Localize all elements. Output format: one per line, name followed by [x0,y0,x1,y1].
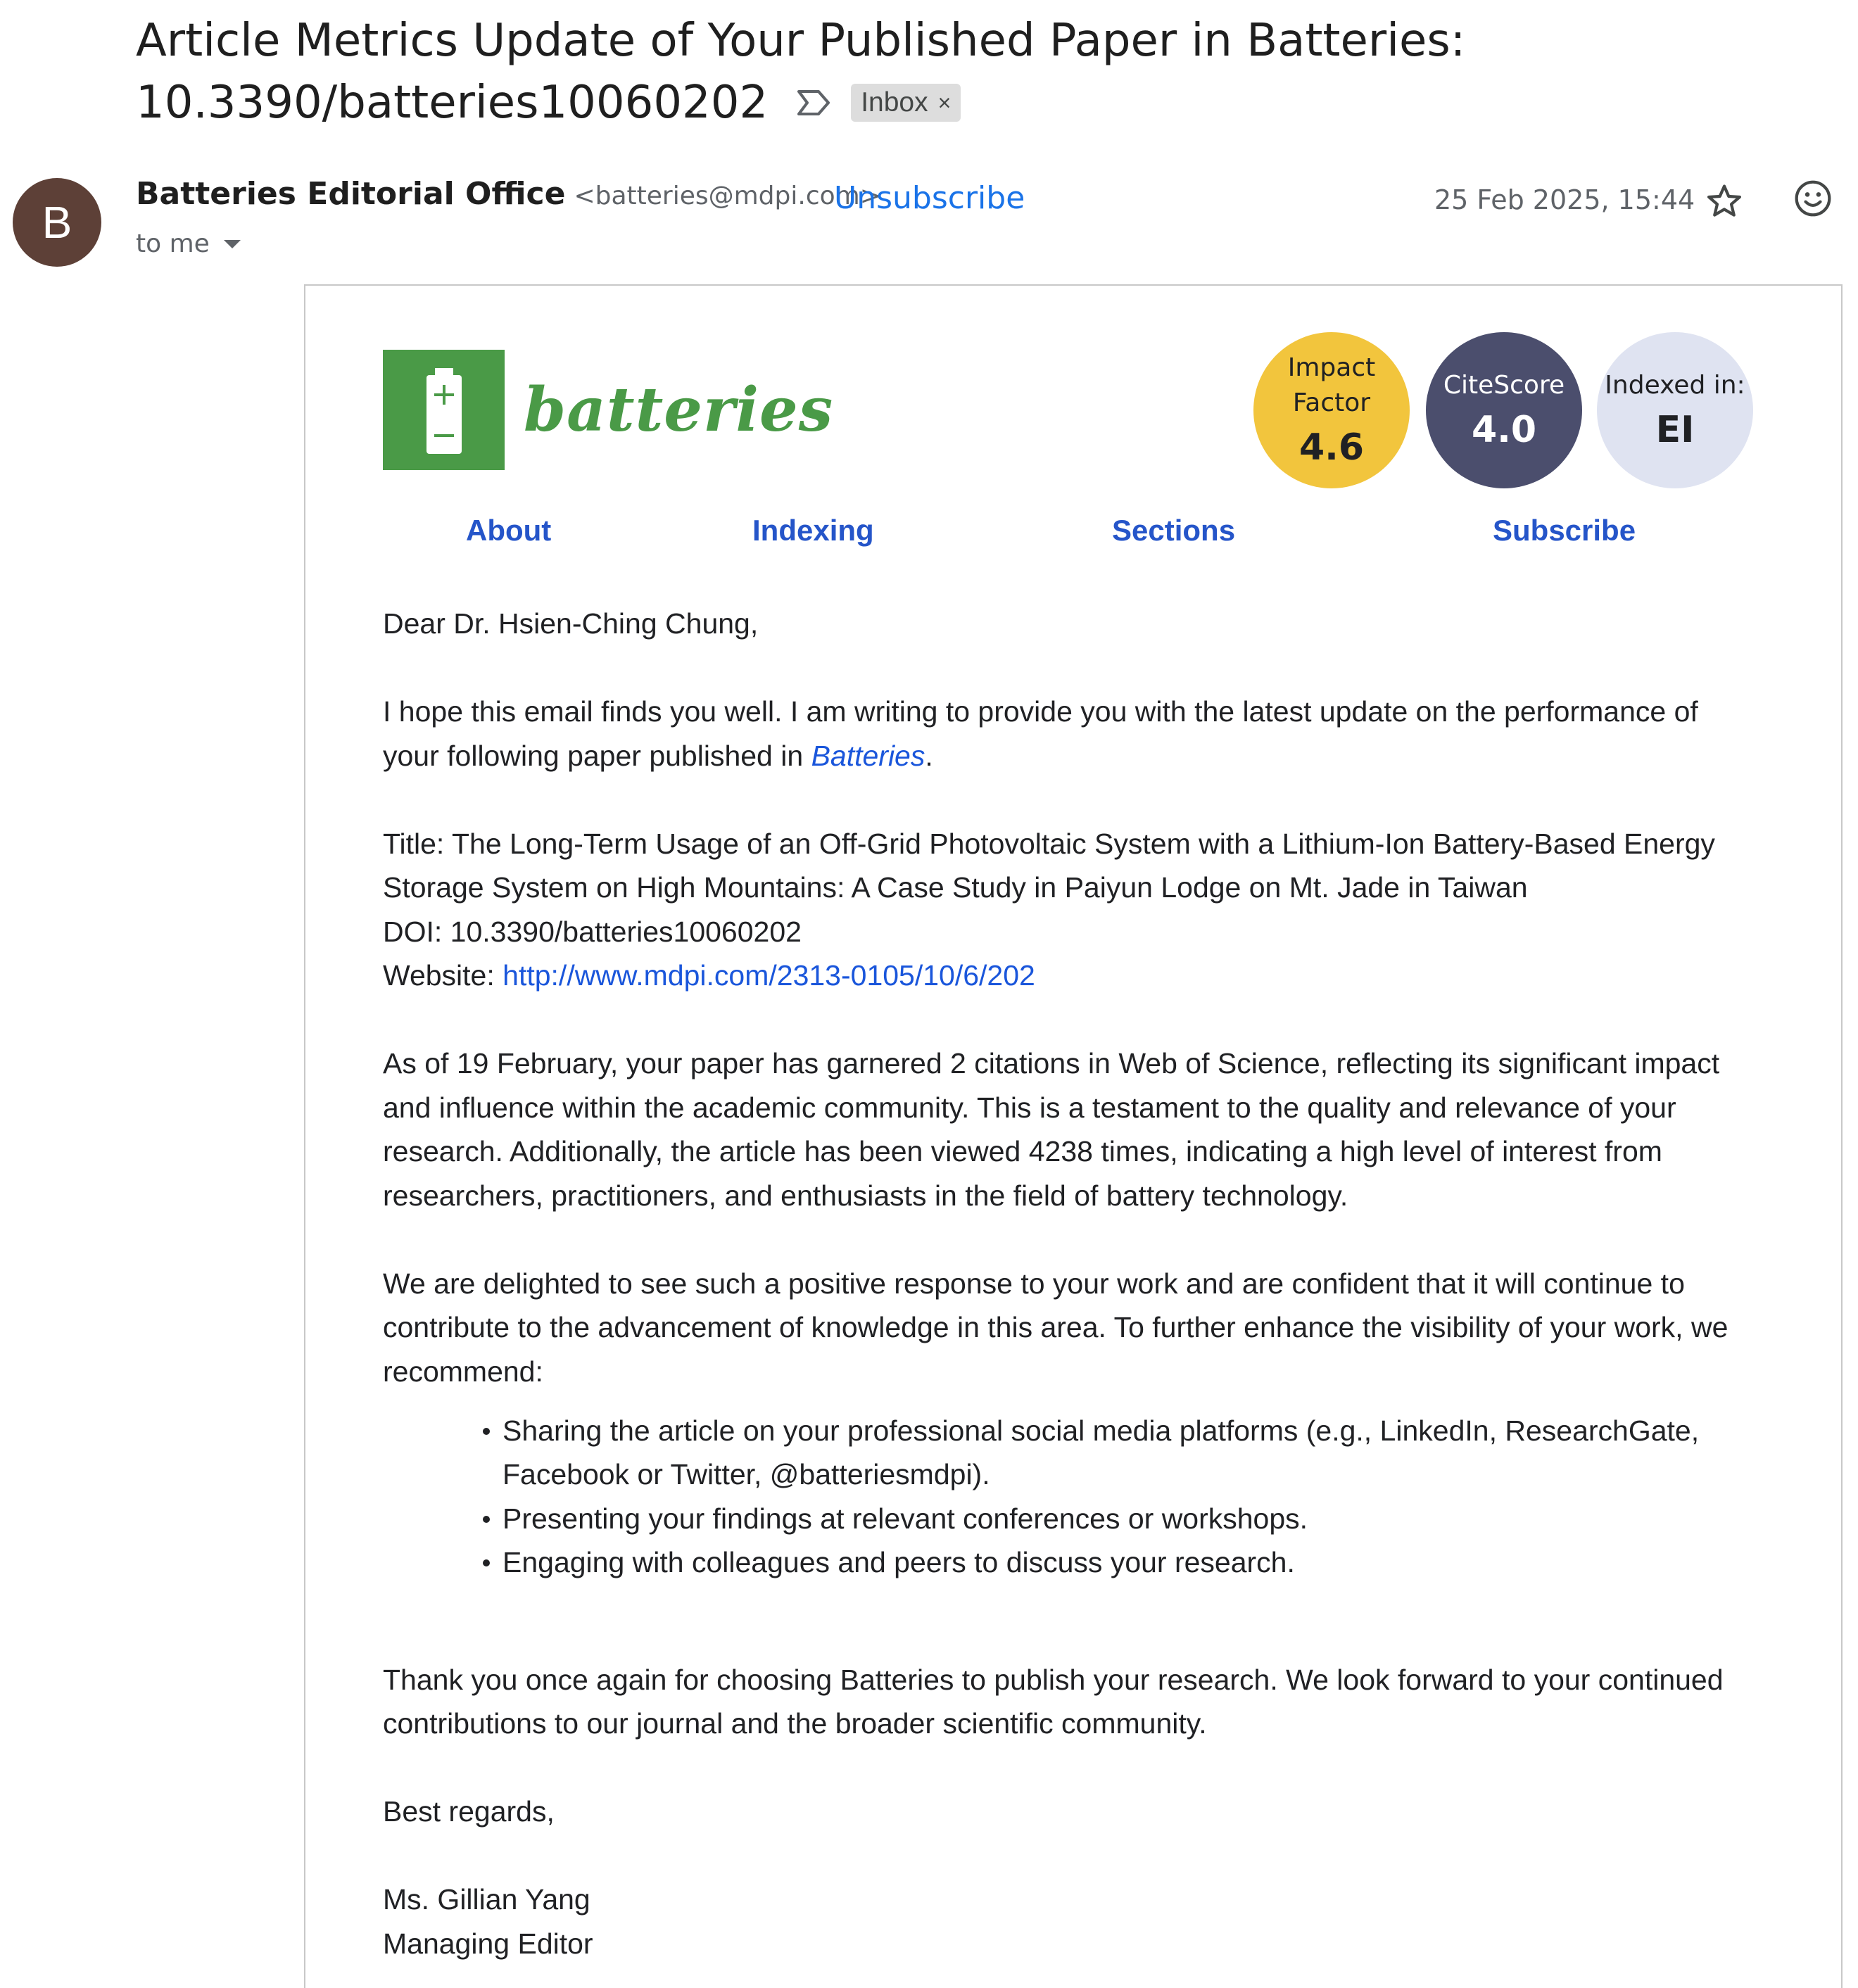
list-item: Engaging with colleagues and peers to di… [483,1540,1748,1585]
impact-factor-label-1: Impact [1287,353,1376,382]
email-body-text: Dear Dr. Hsien-Ching Chung, I hope this … [383,602,1748,1965]
recommendation-list: Sharing the article on your professional… [483,1409,1748,1585]
subject-line-2: 10.3390/batteries10060202 [136,77,769,129]
avatar[interactable]: B [13,178,101,267]
indexed-in-label: Indexed in: [1605,371,1745,400]
indexed-in-badge[interactable]: Indexed in: EI [1597,332,1753,488]
indexed-in-value: EI [1655,409,1695,451]
subject-line-1: Article Metrics Update of Your Published… [136,15,1466,67]
citescore-value: 4.0 [1471,409,1537,451]
signer-title: Managing Editor [383,1927,593,1960]
sender-name[interactable]: Batteries Editorial Office [136,176,565,212]
thanks-paragraph: Thank you once again for choosing Batter… [383,1663,1724,1740]
metrics-paragraph: As of 19 February, your paper has garner… [383,1047,1720,1212]
battery-logo-icon [383,350,505,470]
paper-website-link[interactable]: http://www.mdpi.com/2313-0105/10/6/202 [503,959,1035,992]
inbox-label-text: Inbox [861,87,928,118]
impact-factor-badge[interactable]: Impact Factor 4.6 [1253,332,1410,488]
sender-row: Batteries Editorial Office <batteries@md… [136,176,881,212]
website-label: Website: [383,959,503,992]
impact-factor-label-2: Factor [1292,388,1371,417]
paper-title: Title: The Long-Term Usage of an Off-Gri… [383,827,1715,904]
intro-end: . [925,739,933,772]
unsubscribe-link[interactable]: Unsubscribe [834,180,1025,216]
nav-subscribe-link[interactable]: Subscribe [1493,514,1636,547]
recipients-label: to me [136,229,210,258]
intro-paragraph: I hope this email finds you well. I am w… [383,690,1748,778]
important-marker-icon[interactable] [796,89,831,117]
paper-website: Website: http://www.mdpi.com/2313-0105/1… [383,954,1748,998]
citescore-label: CiteScore [1443,371,1565,400]
journal-link[interactable]: Batteries [811,740,925,772]
emoji-reaction-icon[interactable] [1793,179,1833,218]
paper-doi: DOI: 10.3390/batteries10060202 [383,915,802,948]
recommend-paragraph: We are delighted to see such a positive … [383,1267,1729,1388]
list-item: Presenting your findings at relevant con… [483,1497,1748,1541]
journal-logo-text[interactable]: batteries [524,374,833,445]
impact-factor-value: 4.6 [1298,426,1365,469]
nav-sections-link[interactable]: Sections [1112,514,1235,547]
nav-indexing-link[interactable]: Indexing [752,514,874,547]
chevron-down-icon[interactable] [223,239,241,248]
star-icon[interactable] [1705,182,1744,221]
citescore-badge[interactable]: CiteScore 4.0 [1426,332,1582,488]
closing: Best regards, [383,1795,555,1828]
intro-text: I hope this email finds you well. I am w… [383,695,1698,772]
signer-name: Ms. Gillian Yang [383,1883,590,1916]
email-subject: Article Metrics Update of Your Published… [136,10,1543,134]
greeting: Dear Dr. Hsien-Ching Chung, [383,607,759,640]
inbox-label-chip[interactable]: Inbox × [851,84,961,122]
nav-about-link[interactable]: About [466,514,551,547]
list-item: Sharing the article on your professional… [483,1409,1748,1497]
email-date: 25 Feb 2025, 15:44 [1434,184,1695,215]
label-close-icon[interactable]: × [938,72,952,134]
recipients-toggle[interactable]: to me [136,229,241,258]
